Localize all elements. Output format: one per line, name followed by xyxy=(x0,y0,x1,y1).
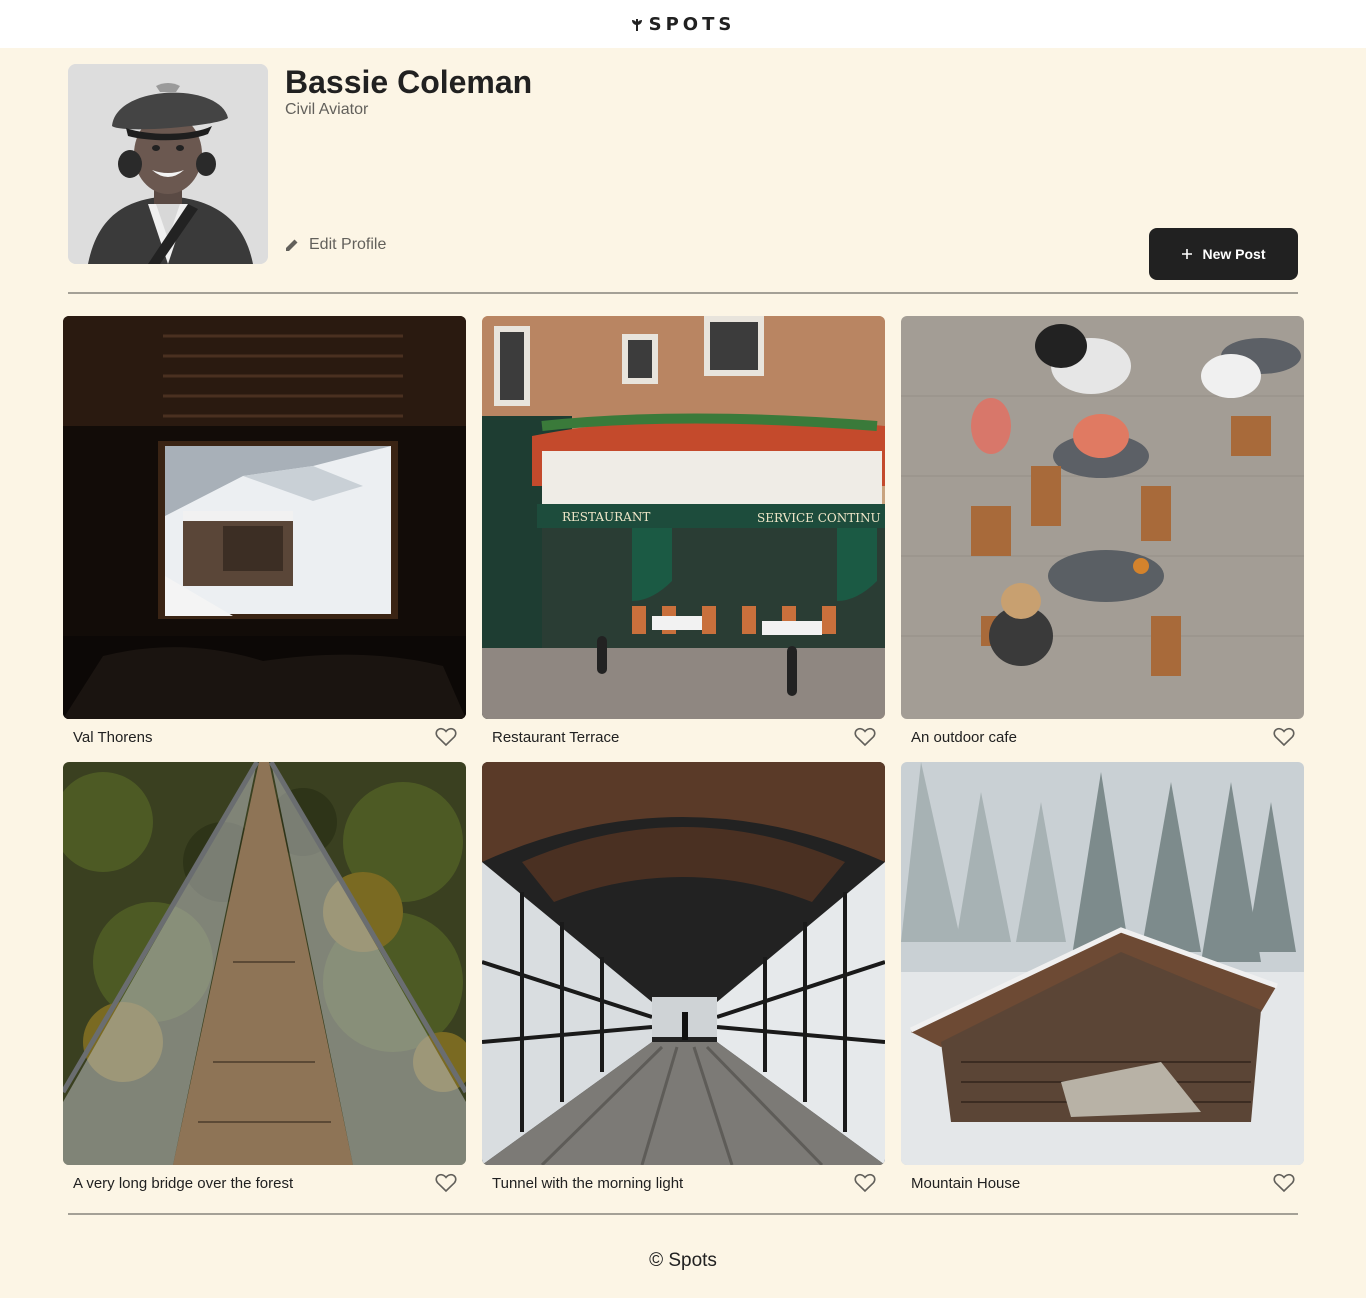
plus-icon xyxy=(1182,249,1193,259)
profile-role: Civil Aviator xyxy=(285,101,369,118)
top-bar: SPOTS xyxy=(0,0,1366,48)
like-button[interactable] xyxy=(853,726,877,748)
card-image[interactable] xyxy=(901,762,1304,1165)
card: RESTAURANT SERVICE CONTINU Restaurant Te… xyxy=(482,316,885,762)
card-title: An outdoor cafe xyxy=(911,728,1017,746)
card-footer: Mountain House xyxy=(901,1165,1304,1201)
new-post-button[interactable]: New Post xyxy=(1149,228,1298,280)
copyright-text: © Spots xyxy=(649,1250,717,1271)
new-post-label: New Post xyxy=(1202,246,1266,262)
card: A very long bridge over the forest xyxy=(63,762,466,1208)
like-button[interactable] xyxy=(853,1172,877,1194)
like-button[interactable] xyxy=(434,726,458,748)
card-title: Restaurant Terrace xyxy=(492,728,620,746)
like-button[interactable] xyxy=(434,1172,458,1194)
card: Mountain House xyxy=(901,762,1304,1208)
card-title: A very long bridge over the forest xyxy=(73,1174,294,1192)
card-title: Mountain House xyxy=(911,1174,1021,1192)
avatar xyxy=(68,64,268,264)
pencil-icon xyxy=(286,239,298,251)
heart-icon xyxy=(854,727,876,747)
site-logo[interactable]: SPOTS xyxy=(631,14,736,35)
card-title: Tunnel with the morning light xyxy=(492,1174,684,1192)
profile-divider xyxy=(68,292,1298,294)
card-image[interactable] xyxy=(63,762,466,1165)
card-footer: Tunnel with the morning light xyxy=(482,1165,885,1201)
cards-grid: Val Thorens RESTAURANT SERVICE CONTINU R… xyxy=(63,316,1304,1208)
footer-divider xyxy=(68,1213,1298,1215)
heart-icon xyxy=(435,1173,457,1193)
svg-text:SERVICE CONTINU: SERVICE CONTINU xyxy=(757,511,881,525)
logo-text: SPOTS xyxy=(648,13,736,35)
like-button[interactable] xyxy=(1272,1172,1296,1194)
edit-profile-button[interactable]: Edit Profile xyxy=(285,234,386,256)
card: Val Thorens xyxy=(63,316,466,762)
like-button[interactable] xyxy=(1272,726,1296,748)
heart-icon xyxy=(854,1173,876,1193)
card-title: Val Thorens xyxy=(73,728,153,746)
card-image[interactable] xyxy=(63,316,466,719)
card: An outdoor cafe xyxy=(901,316,1304,762)
card-image[interactable]: RESTAURANT SERVICE CONTINU xyxy=(482,316,885,719)
card-footer: Restaurant Terrace xyxy=(482,719,885,755)
card-image[interactable] xyxy=(901,316,1304,719)
card-image[interactable] xyxy=(482,762,885,1165)
edit-profile-label: Edit Profile xyxy=(309,236,387,253)
spots-plant-icon xyxy=(631,19,642,31)
card-footer: An outdoor cafe xyxy=(901,719,1304,755)
heart-icon xyxy=(435,727,457,747)
footer: © Spots xyxy=(0,1250,1366,1272)
card-footer: Val Thorens xyxy=(63,719,466,755)
svg-text:RESTAURANT: RESTAURANT xyxy=(562,510,650,524)
profile-name: Bassie Coleman xyxy=(285,64,533,100)
profile-section: Bassie Coleman Civil Aviator Edit Profil… xyxy=(68,64,1298,280)
card: Tunnel with the morning light xyxy=(482,762,885,1208)
heart-icon xyxy=(1273,727,1295,747)
heart-icon xyxy=(1273,1173,1295,1193)
card-footer: A very long bridge over the forest xyxy=(63,1165,466,1201)
